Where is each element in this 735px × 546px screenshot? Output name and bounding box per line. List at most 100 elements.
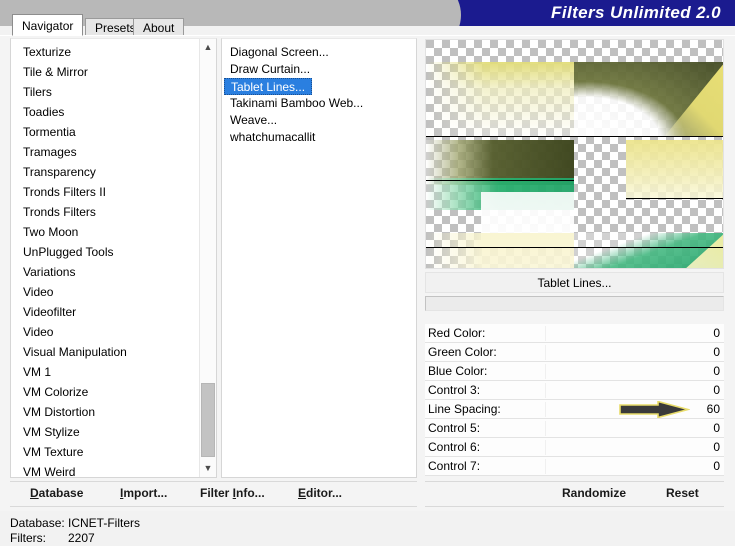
scrollbar-thumb[interactable]: [201, 383, 215, 457]
category-item[interactable]: VM Weird: [11, 462, 199, 477]
filter-item[interactable]: Diagonal Screen...: [224, 44, 414, 61]
filter-item[interactable]: Takinami Bamboo Web...: [224, 95, 414, 112]
category-item[interactable]: Tronds Filters II: [11, 182, 199, 202]
category-item[interactable]: Variations: [11, 262, 199, 282]
filter-items: Diagonal Screen... Draw Curtain... Tablet …: [222, 44, 416, 146]
category-item[interactable]: Videofilter: [11, 302, 199, 322]
bottom-toolbar: Database Import... Filter Info... Editor…: [10, 481, 417, 507]
parameter-slider[interactable]: [545, 459, 705, 474]
category-item[interactable]: Tormentia: [11, 122, 199, 142]
category-item[interactable]: Toadies: [11, 102, 199, 122]
filter-list[interactable]: Diagonal Screen... Draw Curtain... Tablet …: [221, 38, 417, 478]
parameter-label: Control 6:: [428, 440, 481, 454]
parameter-value: 0: [713, 364, 720, 378]
preview-scan-line: [626, 198, 723, 199]
category-items: Texturize Tile & Mirror Tilers Toadies Torme…: [11, 42, 199, 477]
filter-row: Takinami Bamboo Web...: [222, 95, 416, 112]
status-bar: Database: ICNET-Filters Filters: 2207 Ap…: [0, 511, 735, 546]
category-item[interactable]: VM 1: [11, 362, 199, 382]
category-item[interactable]: UnPlugged Tools: [11, 242, 199, 262]
preview-scan-line: [574, 247, 723, 248]
selected-filter-name: Tablet Lines...: [425, 272, 724, 293]
parameter-value: 0: [713, 326, 720, 340]
render-progress-bar: [425, 296, 724, 311]
status-filters-value: 2207: [68, 531, 95, 545]
tab-strip: Navigator Presets About: [0, 14, 735, 36]
parameter-slider[interactable]: [545, 326, 705, 341]
parameter-value: 0: [713, 345, 720, 359]
chevron-down-icon[interactable]: ▼: [200, 460, 216, 477]
filter-item[interactable]: whatchumacallit: [224, 129, 414, 146]
filters-unlimited-window: Filters Unlimited 2.0 Navigator Presets …: [0, 0, 735, 546]
category-list[interactable]: Texturize Tile & Mirror Tilers Toadies Torme…: [10, 38, 217, 478]
parameter-row[interactable]: Blue Color: 0: [425, 362, 724, 381]
category-item[interactable]: Video: [11, 322, 199, 342]
category-item[interactable]: Texturize: [11, 42, 199, 62]
parameter-label: Blue Color:: [428, 364, 488, 378]
import-button[interactable]: Import...: [120, 486, 167, 500]
category-scrollbar[interactable]: ▲ ▼: [199, 39, 216, 477]
parameter-row[interactable]: Control 7: 0: [425, 457, 724, 476]
parameter-label: Red Color:: [428, 326, 486, 340]
preview-scan-line: [426, 247, 574, 248]
parameter-label: Green Color:: [428, 345, 497, 359]
preview-scan-line: [426, 136, 723, 137]
filter-row: Diagonal Screen...: [222, 44, 416, 61]
chevron-up-icon[interactable]: ▲: [200, 39, 216, 56]
category-item[interactable]: VM Colorize: [11, 382, 199, 402]
status-database-value: ICNET-Filters: [68, 516, 140, 530]
filter-row: whatchumacallit: [222, 129, 416, 146]
filter-item[interactable]: Weave...: [224, 112, 414, 129]
parameter-slider[interactable]: [545, 383, 705, 398]
randomize-button[interactable]: Randomize: [562, 486, 626, 500]
parameter-value: 0: [713, 383, 720, 397]
parameter-row[interactable]: Red Color: 0: [425, 324, 724, 343]
status-database-label: Database:: [10, 516, 65, 530]
parameter-value: 60: [706, 402, 720, 416]
category-item[interactable]: Video: [11, 282, 199, 302]
filter-info-button[interactable]: Filter Info...: [200, 486, 265, 500]
category-item[interactable]: VM Stylize: [11, 422, 199, 442]
parameter-value: 0: [713, 421, 720, 435]
filter-preview[interactable]: [425, 39, 724, 269]
category-item[interactable]: VM Texture: [11, 442, 199, 462]
parameter-label: Control 3:: [428, 383, 481, 397]
parameter-value: 0: [713, 440, 720, 454]
category-item[interactable]: Two Moon: [11, 222, 199, 242]
parameter-slider[interactable]: [545, 440, 705, 455]
parameter-slider[interactable]: [545, 345, 705, 360]
parameter-row[interactable]: Control 5: 0: [425, 419, 724, 438]
preview-scan-line: [426, 180, 574, 181]
arrow-right-cursor-icon: [618, 400, 692, 419]
status-filters-label: Filters:: [10, 531, 46, 545]
parameter-slider[interactable]: [545, 421, 705, 436]
filter-row: Draw Curtain...: [222, 61, 416, 78]
category-item[interactable]: Tronds Filters: [11, 202, 199, 222]
filter-item[interactable]: Tablet Lines...: [224, 78, 313, 95]
parameter-row[interactable]: Green Color: 0: [425, 343, 724, 362]
parameter-row[interactable]: Line Spacing: 60: [425, 400, 724, 419]
parameter-slider[interactable]: [545, 364, 705, 379]
category-item[interactable]: Tilers: [11, 82, 199, 102]
category-item[interactable]: Visual Manipulation: [11, 342, 199, 362]
filter-row: Tablet Lines...: [222, 78, 416, 95]
parameter-row[interactable]: Control 6: 0: [425, 438, 724, 457]
editor-button[interactable]: Editor...: [298, 486, 342, 500]
tab-about[interactable]: About: [133, 18, 185, 36]
parameter-value: 0: [713, 459, 720, 473]
tab-navigator[interactable]: Navigator: [12, 14, 84, 36]
category-item[interactable]: Tramages: [11, 142, 199, 162]
database-button[interactable]: Database: [30, 486, 83, 500]
parameter-row[interactable]: Control 3: 0: [425, 381, 724, 400]
reset-button[interactable]: Reset: [666, 486, 699, 500]
parameter-label: Line Spacing:: [428, 402, 501, 416]
parameter-label: Control 5:: [428, 421, 481, 435]
preview-block-yellow-topleft: [426, 62, 574, 137]
category-item[interactable]: VM Distortion: [11, 402, 199, 422]
filter-item[interactable]: Draw Curtain...: [224, 61, 414, 78]
category-item[interactable]: Tile & Mirror: [11, 62, 199, 82]
parameter-label: Control 7:: [428, 459, 481, 473]
category-item[interactable]: Transparency: [11, 162, 199, 182]
preview-block-yellow-mid-right: [626, 140, 723, 198]
parameter-list: Red Color: 0 Green Color: 0 Blue Color: 0 Cont…: [425, 324, 724, 476]
